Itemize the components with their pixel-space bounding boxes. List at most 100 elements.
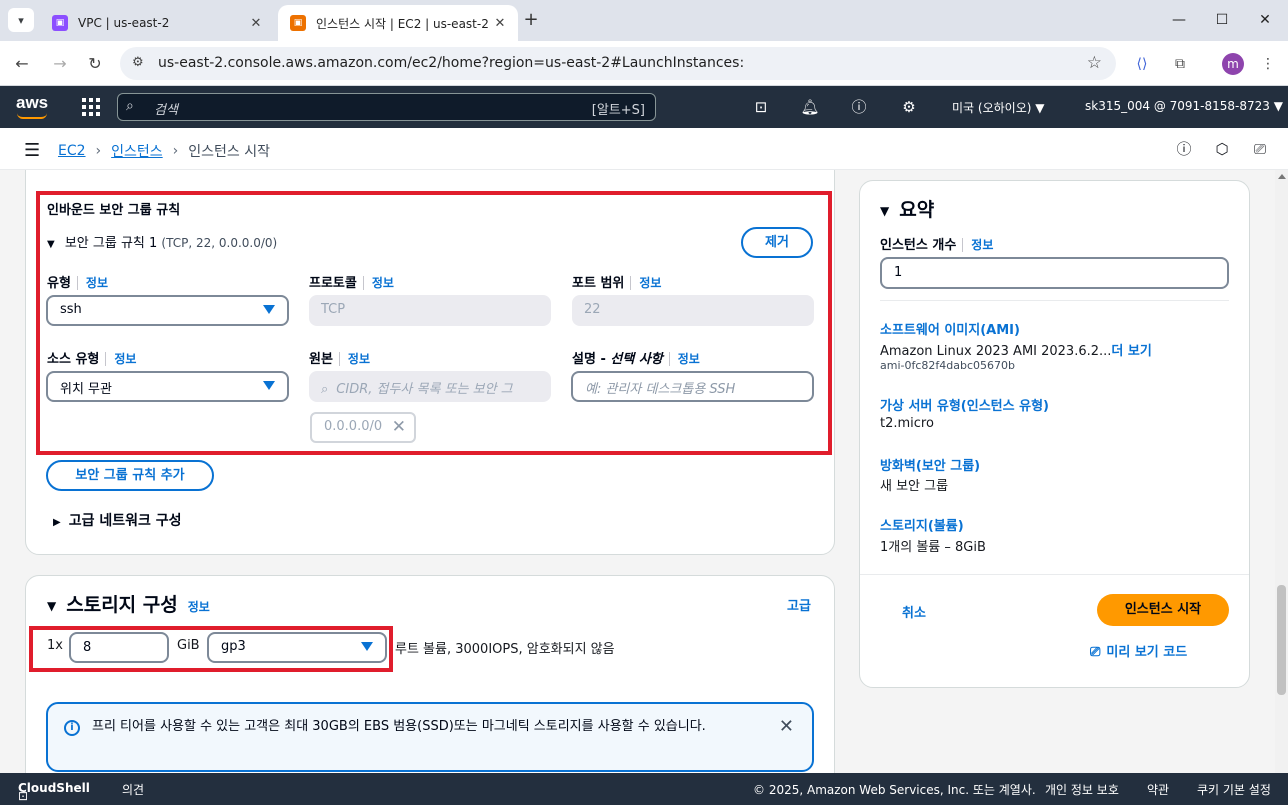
volume-size-input[interactable]: 8 xyxy=(69,632,169,663)
hamburger-menu-icon[interactable]: ☰ xyxy=(24,140,40,161)
volume-count: 1x xyxy=(47,638,63,653)
puzzle-icon[interactable]: ⧉ xyxy=(1168,52,1192,76)
instance-type-link[interactable]: 가상 서버 유형(인스턴스 유형) xyxy=(880,395,1049,414)
new-tab-button[interactable]: + xyxy=(520,9,542,31)
forward-icon[interactable]: → xyxy=(48,52,72,76)
info-link[interactable]: 정보 xyxy=(76,276,109,290)
breadcrumb-current: 인스턴스 시작 xyxy=(188,144,271,160)
source-type-select[interactable]: 위치 무관 xyxy=(46,371,289,402)
info-link[interactable]: 정보 xyxy=(338,352,371,366)
url-input[interactable]: ⚙ us-east-2.console.aws.amazon.com/ec2/h… xyxy=(120,47,1116,80)
vpc-icon: ▣ xyxy=(52,15,68,31)
volume-description: 루트 볼륨, 3000IOPS, 암호화되지 않음 xyxy=(395,642,615,657)
site-settings-icon[interactable]: ⚙ xyxy=(132,55,144,70)
back-icon[interactable]: ← xyxy=(10,52,34,76)
screen-icon[interactable]: ⎚ xyxy=(1250,139,1270,159)
volume-type-select[interactable]: gp3 xyxy=(207,632,387,663)
info-icon[interactable]: ⓘ xyxy=(1174,139,1194,159)
bookmark-star-icon[interactable]: ☆ xyxy=(1087,53,1102,73)
ec2-icon: ▣ xyxy=(290,15,306,31)
scroll-up-icon[interactable] xyxy=(1278,174,1286,179)
info-link[interactable]: 정보 xyxy=(105,352,137,366)
source-type-label: 소스 유형 정보 xyxy=(47,352,137,367)
gear-icon[interactable]: ⚙ xyxy=(899,97,919,117)
divider xyxy=(880,300,1229,301)
firewall-link[interactable]: 방화벽(보안 그룹) xyxy=(880,455,980,474)
avatar[interactable]: m xyxy=(1222,53,1244,75)
services-grid-icon[interactable] xyxy=(82,98,100,116)
search-icon: ⌕ xyxy=(126,98,134,114)
caret-right-icon: ▶ xyxy=(53,517,61,528)
maximize-icon[interactable]: ☐ xyxy=(1207,9,1237,31)
info-link[interactable]: 정보 xyxy=(962,238,994,252)
terms-link[interactable]: 약관 xyxy=(1147,781,1169,798)
type-label: 유형 정보 xyxy=(47,276,109,291)
remove-token-icon[interactable]: ✕ xyxy=(392,417,406,437)
tab-ec2[interactable]: ▣ 인스턴스 시작 | EC2 | us-east-2 ✕ xyxy=(278,5,518,41)
volume-unit: GiB xyxy=(177,638,200,653)
chevron-right-icon: › xyxy=(172,143,179,159)
description-input[interactable]: 예: 관리자 데스크톱용 SSH xyxy=(571,371,814,402)
more-menu-icon[interactable]: ⋮ xyxy=(1256,52,1280,76)
rule-expander[interactable]: ▼ 보안 그룹 규칙 1 (TCP, 22, 0.0.0.0/0) xyxy=(47,232,277,251)
notification-icon[interactable]: ⬡ xyxy=(1212,139,1232,159)
search-input[interactable]: ⌕ 검색 [알트+S] xyxy=(117,93,656,121)
close-icon[interactable]: ✕ xyxy=(490,16,510,31)
cookie-preferences-link[interactable]: 쿠키 기본 설정 xyxy=(1197,781,1271,798)
aws-top-nav: aws ⌕ 검색 [알트+S] ⊡ 🔔︎ ⓘ ⚙ 미국 (오하이오) ▼ sk3… xyxy=(0,86,1288,128)
storage-advanced-link[interactable]: 고급 xyxy=(787,595,811,614)
window-close-icon[interactable]: ✕ xyxy=(1250,9,1280,31)
cancel-button[interactable]: 취소 xyxy=(902,602,926,621)
tab-search-icon[interactable]: ▾ xyxy=(8,8,34,32)
add-rule-button[interactable]: 보안 그룹 규칙 추가 xyxy=(46,460,214,491)
tab-title: 인스턴스 시작 | EC2 | us-east-2 xyxy=(316,16,489,31)
info-link[interactable]: 정보 xyxy=(362,276,394,290)
cloudshell-icon[interactable]: ⊡ xyxy=(751,97,771,117)
cidr-token: 0.0.0.0/0 ✕ xyxy=(310,412,416,443)
protocol-field: TCP xyxy=(309,295,551,326)
preview-code-button[interactable]: ⎚ 미리 보기 코드 xyxy=(1090,641,1187,660)
remove-rule-button[interactable]: 제거 xyxy=(741,227,813,258)
region-selector[interactable]: 미국 (오하이오) ▼ xyxy=(952,99,1044,116)
close-icon[interactable]: ✕ xyxy=(246,16,266,31)
ami-value: Amazon Linux 2023 AMI 2023.6.2...더 보기 xyxy=(880,344,1152,359)
feedback-link[interactable]: 의견 xyxy=(122,781,144,798)
storage-link[interactable]: 스토리지(볼륨) xyxy=(880,515,964,534)
ami-link[interactable]: 소프트웨어 이미지(AMI) xyxy=(880,319,1020,338)
type-select[interactable]: ssh xyxy=(46,295,289,326)
cloudshell-button[interactable]: ⊡ CloudShell xyxy=(18,781,90,803)
info-link[interactable]: 정보 xyxy=(668,352,700,366)
minimize-icon[interactable]: — xyxy=(1164,9,1194,31)
storage-title[interactable]: ▼ 스토리지 구성 정보 xyxy=(47,590,210,617)
advanced-network-toggle[interactable]: ▶ 고급 네트워크 구성 xyxy=(53,510,182,530)
ami-more-link[interactable]: 더 보기 xyxy=(1111,344,1151,359)
inbound-rules-title: 인바운드 보안 그룹 규칙 xyxy=(47,203,181,218)
close-icon[interactable]: ✕ xyxy=(779,716,794,737)
bell-icon[interactable]: 🔔︎ xyxy=(800,97,820,117)
reload-icon[interactable]: ↻ xyxy=(83,52,107,76)
breadcrumb-ec2[interactable]: EC2 xyxy=(58,143,86,159)
breadcrumb-instances[interactable]: 인스턴스 xyxy=(111,141,163,161)
footer-bar: ⊡ CloudShell 의견 © 2025, Amazon Web Servi… xyxy=(0,773,1288,805)
privacy-link[interactable]: 개인 정보 보호 xyxy=(1045,781,1119,798)
info-link[interactable]: 정보 xyxy=(630,276,662,290)
caret-down-icon xyxy=(263,305,275,314)
url-text: us-east-2.console.aws.amazon.com/ec2/hom… xyxy=(158,55,745,71)
account-menu[interactable]: sk315_004 @ 7091-8158-8723 ▼ xyxy=(1085,99,1283,113)
port-range-field: 22 xyxy=(572,295,814,326)
port-range-label: 포트 범위 정보 xyxy=(572,276,662,291)
tab-vpc[interactable]: ▣ VPC | us-east-2 ✕ xyxy=(40,5,274,41)
launch-instance-button[interactable]: 인스턴스 시작 xyxy=(1097,594,1229,626)
extension-icon[interactable]: ⟨⟩ xyxy=(1130,52,1154,76)
tab-title: VPC | us-east-2 xyxy=(78,16,170,30)
help-icon[interactable]: ⓘ xyxy=(849,97,869,117)
info-link[interactable]: 정보 xyxy=(184,600,210,614)
scroll-thumb[interactable] xyxy=(1277,585,1286,695)
page-scrollbar[interactable] xyxy=(1275,170,1288,773)
instance-count-input[interactable]: 1 xyxy=(880,257,1229,289)
aws-logo[interactable]: aws xyxy=(16,93,52,121)
protocol-label: 프로토콜 정보 xyxy=(309,276,394,291)
main-content: 인바운드 보안 그룹 규칙 ▼ 보안 그룹 규칙 1 (TCP, 22, 0.0… xyxy=(0,170,1288,773)
source-input[interactable]: ⌕ CIDR, 접두사 목록 또는 보안 그 xyxy=(309,371,551,402)
summary-title[interactable]: ▼ 요약 xyxy=(880,195,934,222)
